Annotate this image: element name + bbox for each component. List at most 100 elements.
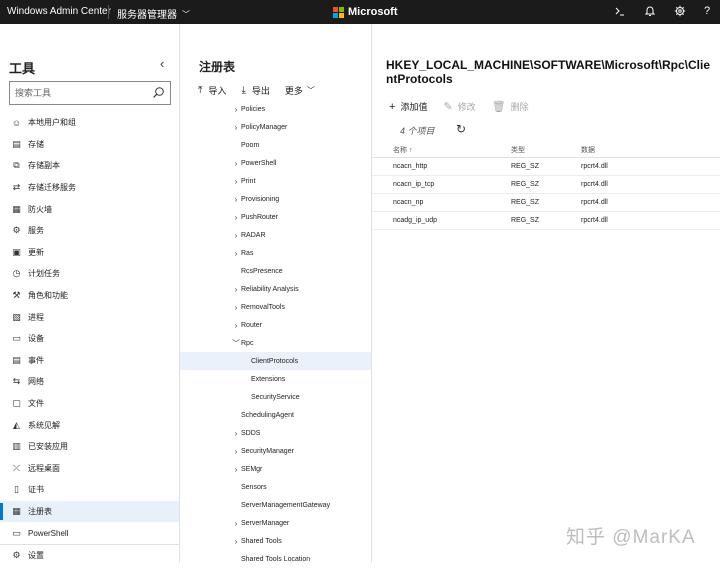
refresh-icon[interactable]: ↻ (456, 122, 466, 136)
sidebar-item[interactable]: ☺ 本地用户和组 (0, 112, 179, 134)
chevron-right-icon[interactable]: › (231, 195, 241, 204)
gear-icon[interactable] (673, 5, 687, 20)
sidebar-item[interactable]: ▭ PowerShell (0, 522, 179, 544)
delete-value-button[interactable]: 🗑 删除 (492, 100, 529, 113)
tree-node[interactable]: › Print (180, 172, 371, 190)
sidebar-footer: ⚙ 设置 (0, 544, 179, 564)
chevron-down-icon: ﹀ (182, 10, 190, 19)
tree-node-label: ClientProtocols (251, 357, 299, 365)
server-manager-menu[interactable]: 服务器管理器 ﹀ (117, 6, 190, 21)
chevron-right-icon[interactable]: › (231, 447, 241, 456)
search-icon[interactable] (152, 86, 165, 99)
sidebar-item[interactable]: ▥ 已安装应用 (0, 436, 179, 458)
tree-node[interactable]: Poom (180, 136, 371, 154)
sidebar-item[interactable]: ▦ 注册表 (0, 500, 179, 523)
chevron-right-icon[interactable]: › (231, 123, 241, 132)
chevron-right-icon[interactable]: › (231, 213, 241, 222)
chevron-right-icon[interactable]: › (231, 321, 241, 330)
tree-node[interactable]: › Reliability Analysis (180, 280, 371, 298)
tree-node[interactable]: Shared Tools Location (180, 550, 371, 568)
tree-node[interactable]: ServerManagementGateway (180, 496, 371, 514)
sidebar-item[interactable]: ▯ 证书 (0, 479, 179, 501)
tree-node[interactable]: › ServerManager (180, 514, 371, 532)
brand-text: Microsoft (348, 6, 398, 18)
tree-node[interactable]: Extensions (180, 370, 371, 388)
registry-key-path: HKEY_LOCAL_MACHINE\SOFTWARE\Microsoft\Rp… (386, 58, 711, 86)
sidebar-item[interactable]: ⇆ 网络 (0, 371, 179, 393)
chevron-right-icon[interactable]: › (231, 231, 241, 240)
tree-node-label: PowerShell (241, 159, 277, 167)
tree-node-label: RcsPresence (241, 267, 283, 275)
help-icon[interactable]: ? (700, 5, 714, 17)
more-button[interactable]: 更多 ﹀ (285, 84, 315, 97)
chevron-right-icon[interactable]: › (231, 537, 241, 546)
tree-node[interactable]: › PowerShell (180, 154, 371, 172)
tree-node[interactable]: › Ras (180, 244, 371, 262)
tool-search-input[interactable] (15, 83, 145, 103)
chevron-right-icon[interactable]: › (231, 303, 241, 312)
microsoft-logo-icon (333, 6, 344, 18)
sidebar-item[interactable]: ▤ 事件 (0, 350, 179, 372)
tree-node[interactable]: › SEMgr (180, 460, 371, 478)
column-type[interactable]: 类型 (511, 145, 581, 155)
sidebar-item[interactable]: ▣ 更新 (0, 242, 179, 264)
events-icon: ▤ (12, 354, 21, 365)
tree-node[interactable]: Sensors (180, 478, 371, 496)
chevron-right-icon[interactable]: › (231, 177, 241, 186)
tree-node[interactable]: › Provisioning (180, 190, 371, 208)
chevron-right-icon[interactable]: › (231, 105, 241, 114)
chevron-right-icon[interactable]: › (231, 249, 241, 258)
terminal-icon[interactable] (613, 5, 627, 20)
sidebar-item[interactable]: ▢ 文件 (0, 393, 179, 415)
sidebar-item[interactable]: ▤ 存储 (0, 134, 179, 156)
table-row[interactable]: ncacn_ip_tcp REG_SZ rpcrt4.dll (372, 176, 720, 194)
edit-value-button[interactable]: ✎ 修改 (443, 100, 475, 113)
bell-icon[interactable] (643, 5, 657, 20)
export-button[interactable]: ⤓ 导出 (241, 84, 269, 97)
import-button[interactable]: ⤒ 导入 (198, 84, 226, 97)
sidebar-item[interactable]: ⧉ 存储副本 (0, 155, 179, 177)
sidebar-item[interactable]: ⚒ 角色和功能 (0, 285, 179, 307)
sidebar-item[interactable]: ⤫ 远程桌面 (0, 458, 179, 480)
sidebar-item[interactable]: ◷ 计划任务 (0, 263, 179, 285)
tree-node[interactable]: ﹀ Rpc (180, 334, 371, 352)
tree-node[interactable]: › Router (180, 316, 371, 334)
tree-node[interactable]: › Shared Tools (180, 532, 371, 550)
tree-node[interactable]: ClientProtocols (180, 352, 371, 370)
table-row[interactable]: ncadg_ip_udp REG_SZ rpcrt4.dll (372, 212, 720, 230)
tree-node[interactable]: › Policies (180, 100, 371, 118)
chevron-right-icon[interactable]: › (231, 465, 241, 474)
chevron-right-icon[interactable]: › (231, 429, 241, 438)
sidebar-item[interactable]: ▭ 设备 (0, 328, 179, 350)
tree-node-label: Sensors (241, 483, 267, 491)
sidebar-item[interactable]: ▧ 进程 (0, 306, 179, 328)
tree-node[interactable]: › SDDS (180, 424, 371, 442)
collapse-sidebar-icon[interactable]: ‹ (160, 56, 164, 71)
table-row[interactable]: ncacn_np REG_SZ rpcrt4.dll (372, 194, 720, 212)
app-title[interactable]: Windows Admin Center (7, 6, 111, 17)
tree-node[interactable]: › RADAR (180, 226, 371, 244)
sidebar-item[interactable]: ⇄ 存储迁移服务 (0, 177, 179, 199)
tree-node[interactable]: › RemovalTools (180, 298, 371, 316)
table-row[interactable]: ncacn_http REG_SZ rpcrt4.dll (372, 158, 720, 176)
settings-link[interactable]: ⚙ 设置 (0, 546, 179, 564)
chevron-down-icon[interactable]: ﹀ (231, 338, 241, 349)
tree-node[interactable]: SecurityService (180, 388, 371, 406)
sidebar-item[interactable]: ⚙ 服务 (0, 220, 179, 242)
sidebar-item-label: 注册表 (28, 506, 52, 516)
add-value-button[interactable]: + 添加值 (389, 100, 427, 113)
column-data[interactable]: 数据 (581, 145, 681, 155)
tree-node[interactable]: RcsPresence (180, 262, 371, 280)
chevron-right-icon[interactable]: › (231, 285, 241, 294)
chevron-right-icon[interactable]: › (231, 519, 241, 528)
tree-node[interactable]: › SecurityManager (180, 442, 371, 460)
tree-node[interactable]: › PushRouter (180, 208, 371, 226)
users-icon: ☺ (11, 117, 22, 128)
tree-node[interactable]: › PolicyManager (180, 118, 371, 136)
tree-node[interactable]: SchedulingAgent (180, 406, 371, 424)
sidebar-item[interactable]: ▦ 防火墙 (0, 198, 179, 220)
chevron-right-icon[interactable]: › (231, 159, 241, 168)
sidebar-item[interactable]: ◭ 系统见解 (0, 414, 179, 436)
column-name[interactable]: 名称 ↑ (372, 145, 511, 155)
installed-apps-icon: ▥ (12, 441, 21, 452)
